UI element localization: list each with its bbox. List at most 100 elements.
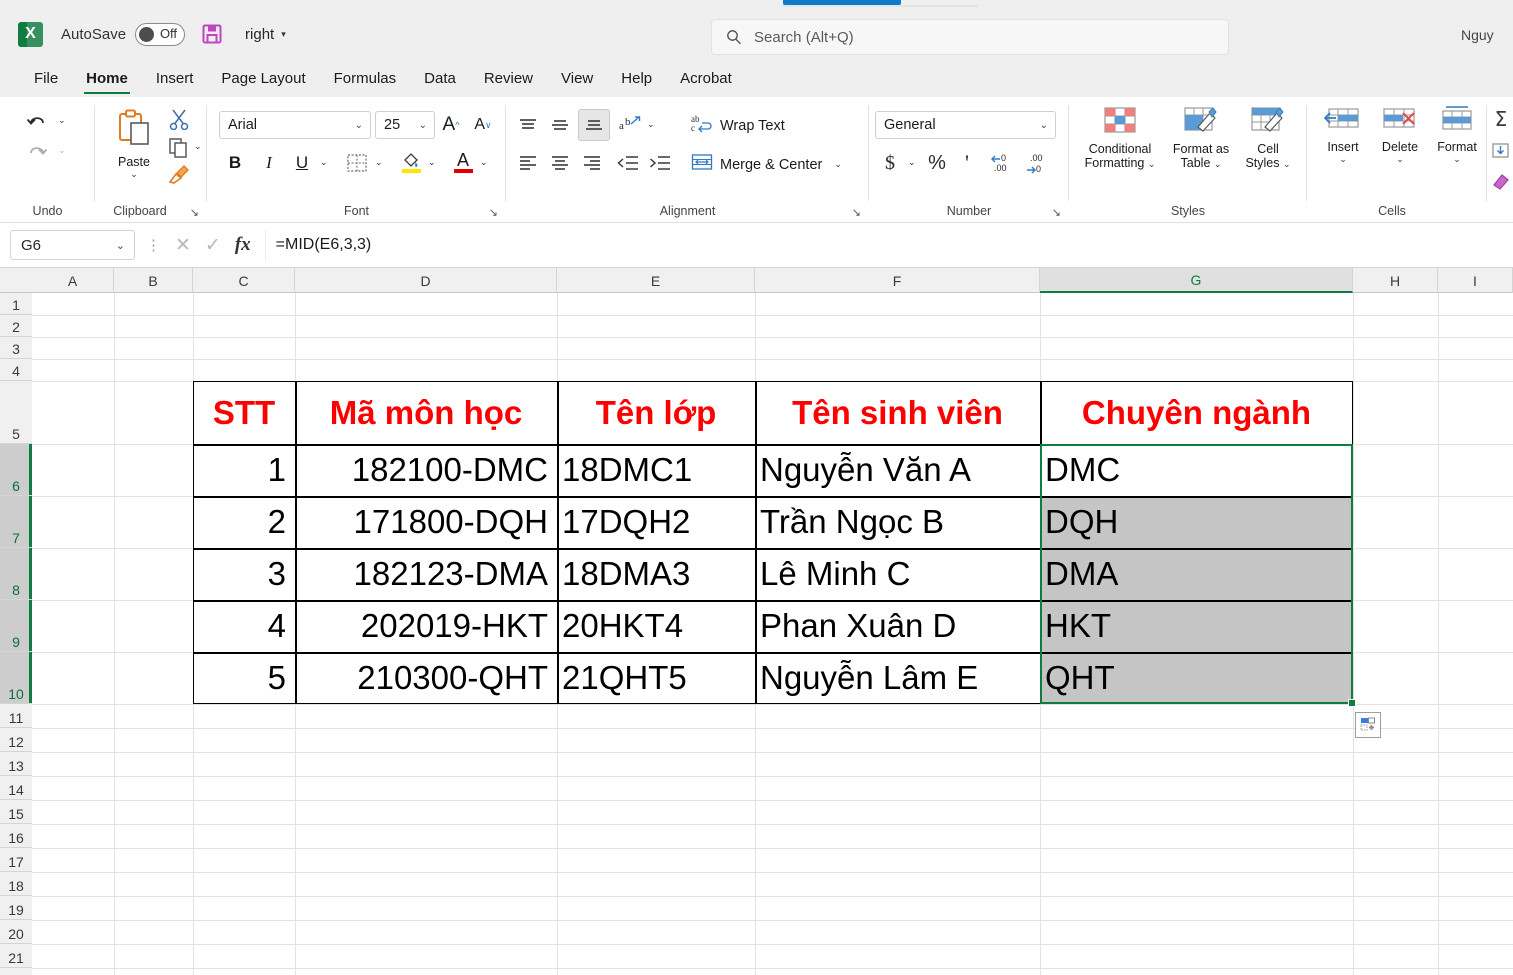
text-orientation-button[interactable]: a b xyxy=(616,111,644,139)
formula-input[interactable]: =MID(E6,3,3) xyxy=(264,230,1513,260)
ribbon-tab-acrobat[interactable]: Acrobat xyxy=(666,61,746,97)
chevron-down-icon[interactable]: ⌄ xyxy=(355,120,363,131)
borders-dropdown-caret[interactable]: ⌄ xyxy=(375,157,383,168)
cell-E10[interactable]: 21QHT5 xyxy=(557,652,755,704)
chevron-down-icon[interactable]: ⌄ xyxy=(1453,154,1461,165)
row-header-6[interactable]: 6 xyxy=(0,444,32,496)
cell-D9[interactable]: 202019-HKT xyxy=(295,600,557,652)
row-header-21[interactable]: 21 xyxy=(0,944,32,968)
row-header-12[interactable]: 12 xyxy=(0,728,32,752)
delete-cells-button[interactable]: Delete ⌄ xyxy=(1371,105,1429,165)
cell-D6[interactable]: 182100-DMC xyxy=(295,444,557,496)
format-painter-button[interactable] xyxy=(165,161,193,187)
paste-button[interactable]: Paste ⌄ xyxy=(103,107,165,180)
redo-dropdown-caret[interactable]: ⌄ xyxy=(58,145,66,156)
row-header-16[interactable]: 16 xyxy=(0,824,32,848)
font-color-dropdown-caret[interactable]: ⌄ xyxy=(480,157,488,168)
merge-center-button[interactable]: Merge & Center ⌄ xyxy=(691,153,842,176)
shrink-font-button[interactable]: A ∨ xyxy=(469,111,497,139)
alignment-dialog-launcher[interactable]: ↘ xyxy=(852,206,861,219)
clipboard-dialog-launcher[interactable]: ↘ xyxy=(190,206,199,219)
ribbon-tab-file[interactable]: File xyxy=(20,61,72,97)
number-dialog-launcher[interactable]: ↘ xyxy=(1052,206,1061,219)
conditional-formatting-button[interactable]: Conditional Formatting ⌄ xyxy=(1079,105,1161,171)
row-header-15[interactable]: 15 xyxy=(0,800,32,824)
grow-font-button[interactable]: A ^ xyxy=(437,111,465,139)
ribbon-tab-help[interactable]: Help xyxy=(607,61,666,97)
column-header-B[interactable]: B xyxy=(114,268,193,293)
row-header-13[interactable]: 13 xyxy=(0,752,32,776)
format-cells-button[interactable]: Format ⌄ xyxy=(1429,105,1485,165)
cell-C6[interactable]: 1 xyxy=(193,444,295,496)
chevron-down-icon[interactable]: ⌄ xyxy=(116,239,125,252)
row-header-11[interactable]: 11 xyxy=(0,704,32,728)
align-right-button[interactable] xyxy=(578,149,606,177)
underline-button[interactable]: U xyxy=(288,149,316,177)
align-left-button[interactable] xyxy=(514,149,542,177)
cell-G10[interactable]: QHT xyxy=(1040,652,1353,704)
italic-button[interactable]: I xyxy=(255,149,283,177)
font-size-combobox[interactable]: 25 ⌄ xyxy=(375,111,435,139)
table-header-cell-C5[interactable]: STT xyxy=(193,381,295,444)
align-center-button[interactable] xyxy=(546,149,574,177)
column-header-H[interactable]: H xyxy=(1353,268,1438,293)
cell-D10[interactable]: 210300-QHT xyxy=(295,652,557,704)
table-header-cell-G5[interactable]: Chuyên ngành xyxy=(1040,381,1353,444)
percent-button[interactable]: % xyxy=(924,149,950,177)
cell-C8[interactable]: 3 xyxy=(193,548,295,600)
ribbon-tab-home[interactable]: Home xyxy=(72,61,142,97)
ribbon-tab-formulas[interactable]: Formulas xyxy=(320,61,411,97)
cell-E9[interactable]: 20HKT4 xyxy=(557,600,755,652)
comma-style-button[interactable]: ' xyxy=(955,149,979,177)
column-header-I[interactable]: I xyxy=(1438,268,1513,293)
fill-button[interactable] xyxy=(1489,139,1513,163)
increase-indent-button[interactable] xyxy=(646,149,674,177)
ribbon-tab-review[interactable]: Review xyxy=(470,61,547,97)
row-header-1[interactable]: 1 xyxy=(0,293,32,315)
borders-button[interactable] xyxy=(342,149,372,177)
ribbon-tab-view[interactable]: View xyxy=(547,61,607,97)
merge-dropdown-caret[interactable]: ⌄ xyxy=(834,159,842,170)
search-box[interactable]: Search (Alt+Q) xyxy=(711,19,1229,55)
fx-insert-function-icon[interactable]: fx xyxy=(235,234,251,256)
cell-G7[interactable]: DQH xyxy=(1040,496,1353,548)
font-name-combobox[interactable]: Arial ⌄ xyxy=(219,111,371,139)
cell-G9[interactable]: HKT xyxy=(1040,600,1353,652)
column-header-G[interactable]: G xyxy=(1040,268,1353,293)
row-header-8[interactable]: 8 xyxy=(0,548,32,600)
autosave-toggle[interactable]: Off xyxy=(135,22,186,46)
row-header-2[interactable]: 2 xyxy=(0,315,32,337)
orientation-dropdown-caret[interactable]: ⌄ xyxy=(647,119,655,130)
column-header-E[interactable]: E xyxy=(557,268,755,293)
name-box[interactable]: G6 ⌄ xyxy=(10,230,135,260)
row-header-20[interactable]: 20 xyxy=(0,920,32,944)
row-header-3[interactable]: 3 xyxy=(0,337,32,359)
table-header-cell-E5[interactable]: Tên lớp xyxy=(557,381,755,444)
chevron-down-icon[interactable]: ⌄ xyxy=(1148,159,1156,169)
cell-F10[interactable]: Nguyễn Lâm E xyxy=(755,652,1040,704)
column-header-D[interactable]: D xyxy=(295,268,557,293)
column-header-C[interactable]: C xyxy=(193,268,295,293)
row-header-14[interactable]: 14 xyxy=(0,776,32,800)
chevron-down-icon[interactable]: ⌄ xyxy=(1396,154,1404,165)
fill-handle[interactable] xyxy=(1348,699,1356,707)
cell-D7[interactable]: 171800-DQH xyxy=(295,496,557,548)
column-header-F[interactable]: F xyxy=(755,268,1040,293)
redo-button[interactable] xyxy=(22,139,52,167)
currency-dropdown-caret[interactable]: ⌄ xyxy=(908,157,916,168)
align-top-button[interactable] xyxy=(514,111,542,139)
increase-decimal-button[interactable]: .00 0 xyxy=(1022,149,1054,177)
ribbon-tab-page-layout[interactable]: Page Layout xyxy=(207,61,319,97)
autosum-button[interactable]: Σ xyxy=(1489,107,1513,131)
font-dialog-launcher[interactable]: ↘ xyxy=(489,206,498,219)
cell-styles-button[interactable]: Cell Styles ⌄ xyxy=(1237,105,1299,171)
clear-button[interactable] xyxy=(1489,169,1513,193)
cut-button[interactable] xyxy=(165,105,193,133)
cell-F7[interactable]: Trần Ngọc B xyxy=(755,496,1040,548)
decrease-indent-button[interactable] xyxy=(614,149,642,177)
chevron-down-icon[interactable]: ⌄ xyxy=(419,120,427,131)
decrease-decimal-button[interactable]: 0 .00 xyxy=(987,149,1019,177)
format-as-table-button[interactable]: Format as Table ⌄ xyxy=(1165,105,1237,171)
document-name[interactable]: right xyxy=(245,26,274,43)
row-header-19[interactable]: 19 xyxy=(0,896,32,920)
